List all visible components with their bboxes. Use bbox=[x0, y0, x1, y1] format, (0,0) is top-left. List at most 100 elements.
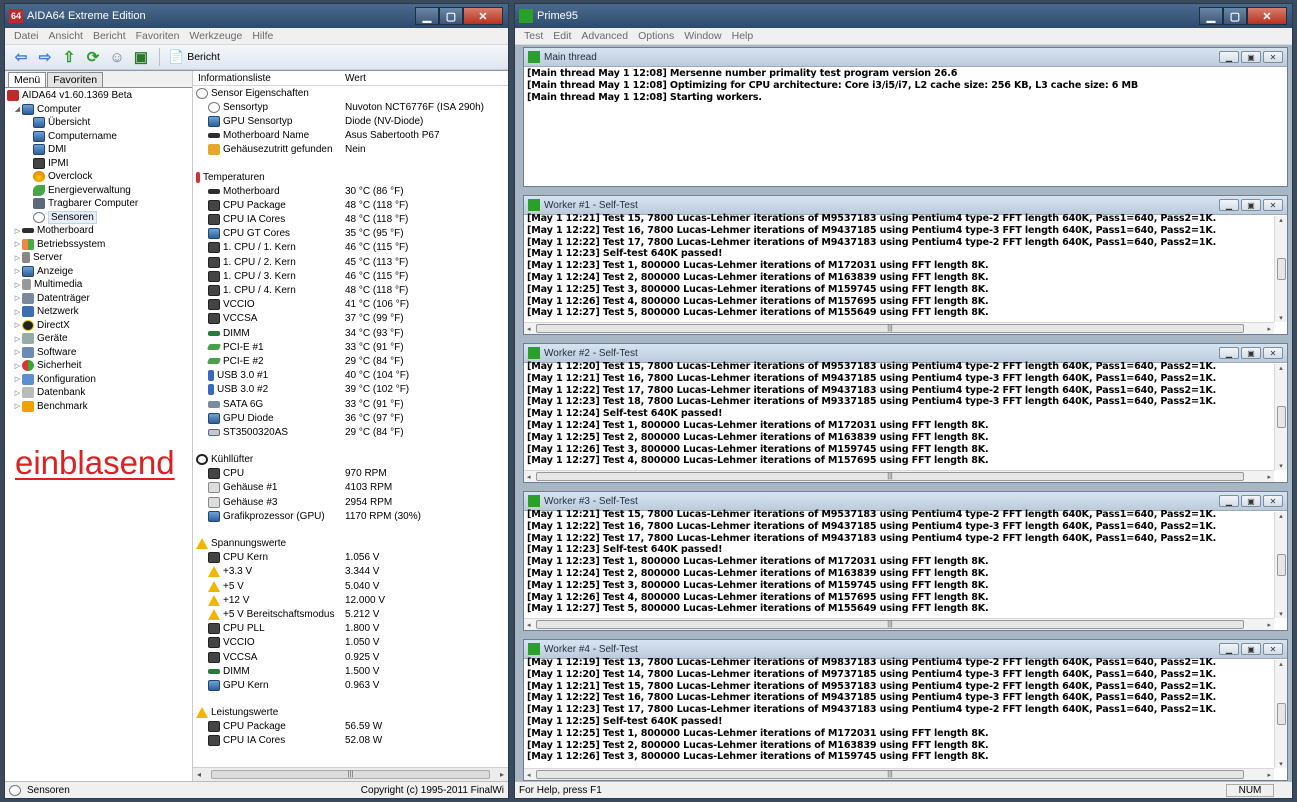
menu-werkzeuge[interactable]: Werkzeuge bbox=[184, 30, 247, 42]
vertical-scrollbar[interactable]: ▴ ▾ bbox=[1274, 512, 1287, 618]
mdi-minimize-button[interactable]: ▁ bbox=[1219, 495, 1239, 507]
list-item[interactable]: USB 3.0 #2 39 °C (102 °F) bbox=[196, 383, 508, 397]
list-item[interactable]: CPU IA Cores 52.08 W bbox=[196, 734, 508, 748]
expand-arrow-icon[interactable]: ▷ bbox=[13, 389, 22, 397]
tree-item[interactable]: ▷ Netzwerk bbox=[7, 305, 192, 319]
horizontal-scrollbar[interactable]: ◂ ||| ▸ bbox=[524, 322, 1274, 334]
scroll-down-icon[interactable]: ▾ bbox=[1279, 760, 1283, 768]
tree-item[interactable]: ▷ Sicherheit bbox=[7, 359, 192, 373]
main-thread-window[interactable]: Main thread ▁ ▣ ✕ [Main thread May 1 12:08] … bbox=[523, 47, 1288, 187]
tab-menu[interactable]: Menü bbox=[8, 72, 47, 87]
worker-window[interactable]: Worker #1 - Self-Test ▁ ▣ ✕ [May 1 12:21] Te… bbox=[523, 195, 1288, 335]
mdi-close-button[interactable]: ✕ bbox=[1263, 643, 1283, 655]
log-output[interactable]: [May 1 12:21] Test 15, 7800 Lucas-Lehmer… bbox=[524, 509, 1287, 630]
list-item[interactable]: 1. CPU / 3. Kern 46 °C (115 °F) bbox=[196, 269, 508, 283]
scroll-left-icon[interactable]: ◂ bbox=[527, 325, 531, 333]
report-button[interactable]: 📄 Bericht bbox=[168, 49, 220, 65]
worker-window[interactable]: Worker #3 - Self-Test ▁ ▣ ✕ [May 1 12:21] Te… bbox=[523, 491, 1288, 631]
prime95-titlebar[interactable]: Prime95 ▁ ▢ ✕ bbox=[515, 4, 1292, 28]
scroll-thumb[interactable]: ||| bbox=[536, 770, 1244, 779]
tree-item[interactable]: Overclock bbox=[7, 170, 192, 184]
worker-window[interactable]: Worker #4 - Self-Test ▁ ▣ ✕ [May 1 12:19] Te… bbox=[523, 639, 1288, 781]
scroll-up-icon[interactable]: ▴ bbox=[1279, 364, 1283, 372]
list-item[interactable]: ST3500320AS 29 °C (84 °F) bbox=[196, 425, 508, 439]
tree-item[interactable]: ▷ Benchmark bbox=[7, 400, 192, 414]
scroll-down-icon[interactable]: ▾ bbox=[1279, 610, 1283, 618]
chart-icon[interactable]: ▣ bbox=[131, 47, 151, 67]
menu-edit[interactable]: Edit bbox=[548, 30, 576, 42]
menu-test[interactable]: Test bbox=[519, 30, 548, 42]
horizontal-scrollbar[interactable]: ◂ ||| ▸ bbox=[193, 767, 508, 781]
mdi-close-button[interactable]: ✕ bbox=[1263, 495, 1283, 507]
list-item[interactable]: CPU Kern 1.056 V bbox=[196, 551, 508, 565]
mdi-close-button[interactable]: ✕ bbox=[1263, 51, 1283, 63]
menu-bericht[interactable]: Bericht bbox=[88, 30, 131, 42]
scroll-thumb[interactable]: ||| bbox=[211, 770, 490, 779]
tree-item[interactable]: ▷ Software bbox=[7, 346, 192, 360]
tree-item[interactable]: Computername bbox=[7, 130, 192, 144]
mdi-restore-button[interactable]: ▣ bbox=[1241, 643, 1261, 655]
scroll-thumb[interactable]: ||| bbox=[536, 472, 1244, 481]
tree-item[interactable]: DMI bbox=[7, 143, 192, 157]
tree-item[interactable]: Übersicht bbox=[7, 116, 192, 130]
forward-arrow-icon[interactable]: ⇨ bbox=[35, 47, 55, 67]
menu-window[interactable]: Window bbox=[679, 30, 726, 42]
tree-item[interactable]: ▷ Konfiguration bbox=[7, 373, 192, 387]
list-item[interactable]: CPU 970 RPM bbox=[196, 467, 508, 481]
expand-arrow-icon[interactable]: ▷ bbox=[13, 254, 22, 262]
list-item[interactable]: Gehäuse #3 2954 RPM bbox=[196, 495, 508, 509]
menu-ansicht[interactable]: Ansicht bbox=[44, 30, 88, 42]
mdi-minimize-button[interactable]: ▁ bbox=[1219, 199, 1239, 211]
list-item[interactable]: Grafikprozessor (GPU) 1170 RPM (30%) bbox=[196, 509, 508, 523]
expand-arrow-icon[interactable]: ▷ bbox=[13, 335, 22, 343]
list-item[interactable]: VCCIO 1.050 V bbox=[196, 636, 508, 650]
list-item[interactable]: USB 3.0 #1 40 °C (104 °F) bbox=[196, 369, 508, 383]
expand-arrow-icon[interactable]: ▷ bbox=[13, 375, 22, 383]
expand-arrow-icon[interactable]: ▷ bbox=[13, 362, 22, 370]
menu-options[interactable]: Options bbox=[633, 30, 679, 42]
column-header-name[interactable]: Informationsliste bbox=[193, 73, 343, 84]
vertical-scrollbar[interactable]: ▴ ▾ bbox=[1274, 216, 1287, 322]
tree-item[interactable]: ▷ Server bbox=[7, 251, 192, 265]
scroll-up-icon[interactable]: ▴ bbox=[1279, 660, 1283, 668]
tree-item[interactable]: ▷ Motherboard bbox=[7, 224, 192, 238]
list-item[interactable]: 1. CPU / 1. Kern 46 °C (115 °F) bbox=[196, 241, 508, 255]
log-output[interactable]: [May 1 12:19] Test 13, 7800 Lucas-Lehmer… bbox=[524, 657, 1287, 780]
close-button[interactable]: ✕ bbox=[1247, 7, 1287, 25]
horizontal-scrollbar[interactable]: ◂ ||| ▸ bbox=[524, 470, 1274, 482]
list-item[interactable]: +5 V Bereitschaftsmodus 5.212 V bbox=[196, 607, 508, 621]
tree-item[interactable]: ▷ Betriebssystem bbox=[7, 238, 192, 252]
maximize-button[interactable]: ▢ bbox=[1223, 7, 1247, 25]
scroll-thumb[interactable]: ||| bbox=[536, 620, 1244, 629]
close-button[interactable]: ✕ bbox=[463, 7, 503, 25]
column-header-value[interactable]: Wert bbox=[343, 73, 366, 84]
tree-item[interactable]: ◢ Computer bbox=[7, 103, 192, 117]
expand-arrow-icon[interactable]: ▷ bbox=[13, 308, 22, 316]
minimize-button[interactable]: ▁ bbox=[415, 7, 439, 25]
expand-arrow-icon[interactable]: ▷ bbox=[13, 267, 22, 275]
list-group-header[interactable]: Leistungswerte bbox=[196, 706, 508, 720]
menu-hilfe[interactable]: Hilfe bbox=[247, 30, 278, 42]
mdi-restore-button[interactable]: ▣ bbox=[1241, 199, 1261, 211]
list-item[interactable]: GPU Kern 0.963 V bbox=[196, 678, 508, 692]
list-group-header[interactable]: Kühllüfter bbox=[196, 453, 508, 467]
refresh-icon[interactable]: ⟳ bbox=[83, 47, 103, 67]
list-item[interactable]: 1. CPU / 4. Kern 48 °C (118 °F) bbox=[196, 283, 508, 297]
scroll-thumb[interactable] bbox=[1276, 703, 1286, 725]
mdi-minimize-button[interactable]: ▁ bbox=[1219, 643, 1239, 655]
back-arrow-icon[interactable]: ⇦ bbox=[11, 47, 31, 67]
list-group-header[interactable]: Sensor Eigenschaften bbox=[196, 86, 508, 100]
list-item[interactable]: CPU GT Cores 35 °C (95 °F) bbox=[196, 227, 508, 241]
scroll-left-icon[interactable]: ◂ bbox=[197, 770, 201, 779]
tree-item[interactable]: Sensoren bbox=[7, 210, 192, 225]
menu-favoriten[interactable]: Favoriten bbox=[131, 30, 185, 42]
scroll-thumb[interactable]: ||| bbox=[536, 324, 1244, 333]
list-item[interactable]: 1. CPU / 2. Kern 45 °C (113 °F) bbox=[196, 255, 508, 269]
mdi-close-button[interactable]: ✕ bbox=[1263, 199, 1283, 211]
tree-item[interactable]: AIDA64 v1.60.1369 Beta bbox=[7, 89, 192, 103]
scroll-right-icon[interactable]: ▸ bbox=[1267, 771, 1271, 779]
list-item[interactable]: Sensortyp Nuvoton NCT6776F (ISA 290h) bbox=[196, 100, 508, 114]
tree-item[interactable]: ▷ Anzeige bbox=[7, 265, 192, 279]
log-output[interactable]: [May 1 12:20] Test 15, 7800 Lucas-Lehmer… bbox=[524, 361, 1287, 482]
list-group-header[interactable]: Spannungswerte bbox=[196, 536, 508, 550]
